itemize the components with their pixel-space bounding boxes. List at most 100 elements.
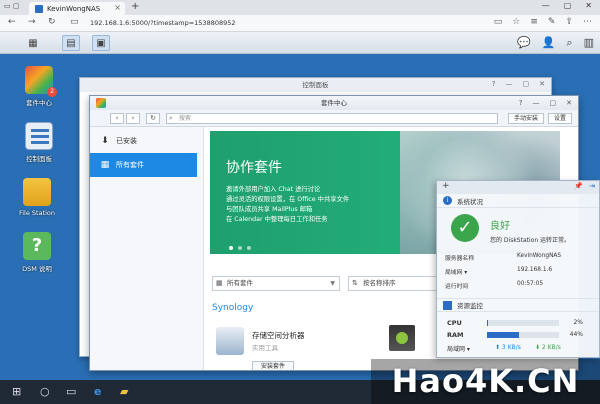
status-row[interactable]: 局域网 ▾ 192.168.1.6 [445,267,552,276]
sidebar-item-installed[interactable]: ⬇ 已安装 [90,129,203,153]
tab-actions-icon[interactable]: ▭ ▢ [4,2,24,13]
close-window-icon[interactable]: ✕ [585,1,592,10]
package-center-sidebar: ⬇ 已安装 ▦ 所有套件 [90,127,204,370]
download-speed: ⬇ 2 KB/s [535,344,561,351]
panel-toggle-icon[interactable]: ⇥ [589,182,595,190]
help-icon: ? [23,232,51,260]
manual-install-button[interactable]: 手动安装 [508,113,545,124]
package-center-window-controls: ? — ▢ ✕ [519,96,572,110]
taskbar-tray: 💬 👤 ⌕ ▥ [517,36,594,50]
chat-icon[interactable]: 💬 [517,36,531,50]
network-row[interactable]: 局域网 ▾ ⬆ 3 KB/s ⬇ 2 KB/s [447,344,597,353]
close-tab-icon[interactable]: × [114,3,121,12]
back-button[interactable]: ‹ [110,113,124,124]
back-icon[interactable]: ← [8,17,16,27]
maximize-icon[interactable]: ▢ [523,80,530,88]
forward-icon[interactable]: → [28,17,36,27]
lock-icon: ▭ [70,17,79,27]
refresh-icon[interactable]: ↻ [48,17,56,27]
desktop-icon-file-station[interactable]: File Station [12,178,62,217]
user-icon[interactable]: 👤 [542,36,556,50]
cortana-icon[interactable]: ○ [40,385,50,398]
favorite-icon[interactable]: ☆ [512,17,520,27]
close-icon[interactable]: ✕ [566,96,572,110]
reading-view-icon[interactable]: ▭ [494,17,503,27]
control-panel-icon [25,122,53,150]
refresh-button[interactable]: ↻ [146,113,160,124]
help-icon[interactable]: ? [492,80,496,88]
desktop-icon-control-panel[interactable]: 控制面板 [14,122,64,163]
help-icon[interactable]: ? [519,96,523,110]
search-input[interactable]: 搜索 [166,113,498,124]
maximize-icon[interactable]: ▢ [550,96,557,110]
forward-button[interactable]: › [126,113,140,124]
cpu-bar-fill [487,320,489,326]
window-controls: — ▢ ✕ [542,1,592,10]
sidebar-item-all-packages[interactable]: ▦ 所有套件 [90,153,197,177]
carousel-dot[interactable] [238,246,242,250]
status-key: 局域网 ▾ [445,270,468,276]
carousel-dot[interactable] [247,246,251,250]
package-card[interactable]: 存储空间分析器 实用工具 安装套件 [216,325,356,370]
windows-start-icon[interactable]: ⊞ [12,385,21,398]
close-icon[interactable]: ✕ [539,80,545,88]
category-filter[interactable]: ▦ 所有套件 ▼ [212,276,340,291]
search-icon[interactable]: ⌕ [566,36,572,50]
section-title: Synology [212,303,254,313]
sort-filter-value: 按名称排序 [363,279,396,287]
folder-icon [23,178,51,206]
status-row: 运行时间 00:57:05 [445,281,543,290]
banner-line: 邀请外部用户加入 Chat 进行讨论 [226,186,321,193]
browser-tab[interactable]: KevinWongNAS × [29,2,125,15]
new-tab-button[interactable]: + [131,1,139,12]
control-panel-window-controls: ? — ▢ ✕ [492,80,545,88]
share-icon[interactable]: ⇪ [565,17,573,27]
media-package-icon[interactable] [389,325,415,351]
widget-toolbar: + 📌 ⇥ [437,181,599,194]
taskbar-control-panel-icon[interactable]: ▤ [62,35,80,51]
minimize-icon[interactable]: — [542,1,550,10]
pin-icon[interactable]: 📌 [574,182,583,190]
grid-icon: ▦ [100,160,110,170]
package-center-titlebar: 套件中心 ? — ▢ ✕ [90,96,578,110]
chevron-down-icon: ▼ [330,280,335,287]
edge-browser-icon[interactable]: e [94,385,101,398]
package-center-logo-icon [96,98,106,108]
package-name: 存储空间分析器 [252,331,305,340]
notes-icon[interactable]: ✎ [548,17,556,27]
more-icon[interactable]: ⋯ [583,17,592,27]
taskbar-package-center-icon[interactable]: ▣ [92,35,110,51]
system-status-header: i 系统状况 [437,194,599,208]
desktop-icon-package-center[interactable]: 2 套件中心 [14,66,64,107]
storage-analyzer-icon [216,327,244,355]
carousel-dot[interactable] [229,246,233,250]
sidebar-item-label: 已安装 [116,137,137,145]
main-menu-icon[interactable]: ▦ [24,35,42,51]
task-view-icon[interactable]: ▭ [66,385,76,398]
cpu-percent: 2% [573,319,583,326]
upload-speed: ⬆ 3 KB/s [495,344,521,351]
chart-icon [443,300,452,310]
banner-line: 在 Calendar 中整理每日工作和任务 [226,216,328,223]
status-value: 00:57:05 [517,281,544,287]
file-explorer-icon[interactable]: ▰ [120,385,128,398]
status-row: 服务器名称 KevinWongNAS [445,253,561,262]
status-key: 运行时间 [445,284,469,290]
minimize-icon[interactable]: — [506,80,513,88]
banner-line: 通过灵活的权限设置，在 Office 中共享文件 [226,196,350,203]
widgets-icon[interactable]: ▥ [584,36,594,50]
add-widget-icon[interactable]: + [442,181,450,191]
ram-bar [487,332,559,338]
dsm-taskbar: ▦ ▤ ▣ 💬 👤 ⌕ ▥ [0,32,600,54]
cpu-bar [487,320,559,326]
maximize-icon[interactable]: ▢ [564,1,572,10]
status-key: 服务器名称 [445,256,474,262]
favorites-list-icon[interactable]: ≡ [530,17,538,27]
minimize-icon[interactable]: — [533,96,540,110]
settings-button[interactable]: 设置 [548,113,573,124]
install-button[interactable]: 安装套件 [252,361,294,370]
download-icon: ⬇ [101,136,109,146]
desktop-icon-dsm-help[interactable]: ? DSM 说明 [12,232,62,273]
url-field[interactable]: 192.168.1.6:5000/?timestamp=1538808952 [90,19,236,27]
resource-monitor-title: 资源监控 [457,302,483,310]
